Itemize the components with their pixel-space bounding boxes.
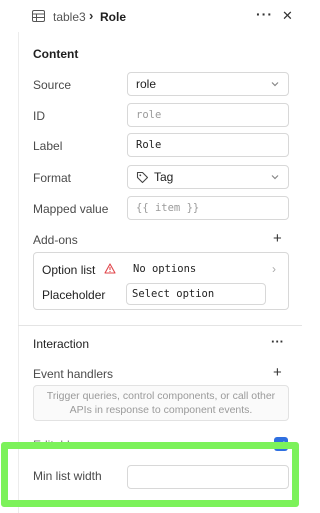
chevron-down-icon	[271, 82, 279, 87]
editable-checkbox[interactable]	[274, 437, 288, 451]
source-value: role	[136, 77, 157, 91]
interaction-section-title: Interaction	[33, 337, 90, 351]
placeholder-value: Select option	[132, 288, 215, 300]
close-icon[interactable]: ✕	[282, 8, 293, 24]
chevron-right-icon[interactable]: ›	[272, 262, 276, 276]
label-value: Role	[136, 139, 162, 151]
event-handlers-hint: Trigger queries, control components, or …	[46, 390, 276, 416]
id-label: ID	[33, 109, 45, 123]
breadcrumb-separator: ›	[89, 8, 94, 23]
table-icon	[32, 10, 45, 22]
option-list-value[interactable]: No options	[133, 263, 196, 275]
source-label: Source	[33, 78, 72, 92]
mapped-value-input[interactable]: {{ item }}	[127, 196, 289, 220]
id-placeholder: role	[136, 109, 162, 121]
section-divider	[18, 325, 302, 326]
breadcrumb-table[interactable]: table3	[53, 10, 86, 24]
id-input[interactable]: role	[127, 103, 289, 127]
format-value: Tag	[154, 170, 174, 184]
add-addon-button[interactable]: +	[273, 230, 282, 247]
label-input[interactable]: Role	[127, 133, 289, 157]
breadcrumb-component: Role	[100, 10, 127, 24]
placeholder-label: Placeholder	[42, 288, 106, 302]
panel-left-border	[18, 32, 19, 513]
format-label: Format	[33, 171, 72, 185]
min-list-width-label: Min list width	[33, 469, 102, 483]
interaction-more-icon[interactable]: ···	[271, 334, 284, 349]
warning-icon	[104, 263, 116, 274]
addons-box: Option list No options › Placeholder Sel…	[33, 252, 289, 310]
addons-title: Add-ons	[33, 233, 78, 247]
panel-header: table3 › Role ··· ✕	[0, 0, 302, 32]
placeholder-input[interactable]: Select option	[126, 283, 266, 305]
event-handlers-empty-box: Trigger queries, control components, or …	[33, 385, 289, 421]
tag-icon	[136, 171, 149, 183]
content-section-title: Content	[33, 47, 79, 61]
mapped-value-label: Mapped value	[33, 202, 109, 216]
add-event-handler-button[interactable]: +	[273, 364, 282, 381]
mapped-value-placeholder: {{ item }}	[136, 202, 200, 214]
chevron-down-icon	[271, 175, 279, 180]
event-handlers-label: Event handlers	[33, 367, 114, 381]
editable-label: Editable	[33, 438, 77, 452]
more-options-icon[interactable]: ···	[256, 6, 273, 22]
option-list-label: Option list	[42, 263, 96, 277]
format-select[interactable]: Tag	[127, 165, 289, 189]
source-select[interactable]: role	[127, 72, 289, 96]
min-list-width-input[interactable]	[127, 465, 289, 489]
label-label: Label	[33, 139, 63, 153]
checkmark-icon	[276, 441, 286, 448]
